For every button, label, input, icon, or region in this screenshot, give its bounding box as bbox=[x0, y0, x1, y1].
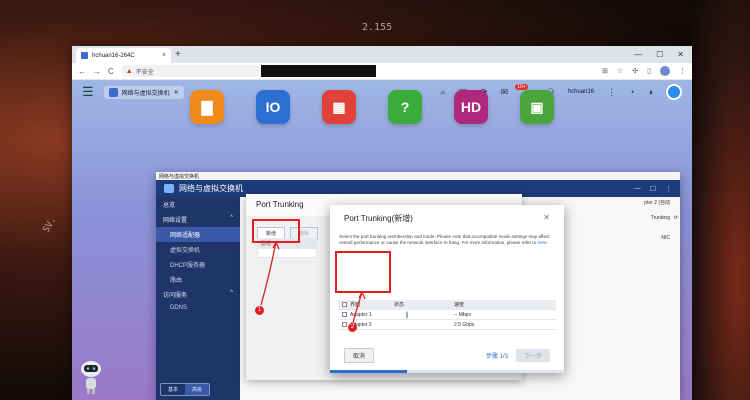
annotation-label-1: 1 bbox=[255, 306, 264, 315]
annotation-label-2: 2 bbox=[348, 323, 357, 332]
annotation-arrows bbox=[260, 240, 366, 324]
robot-assistant-icon[interactable] bbox=[78, 358, 104, 396]
